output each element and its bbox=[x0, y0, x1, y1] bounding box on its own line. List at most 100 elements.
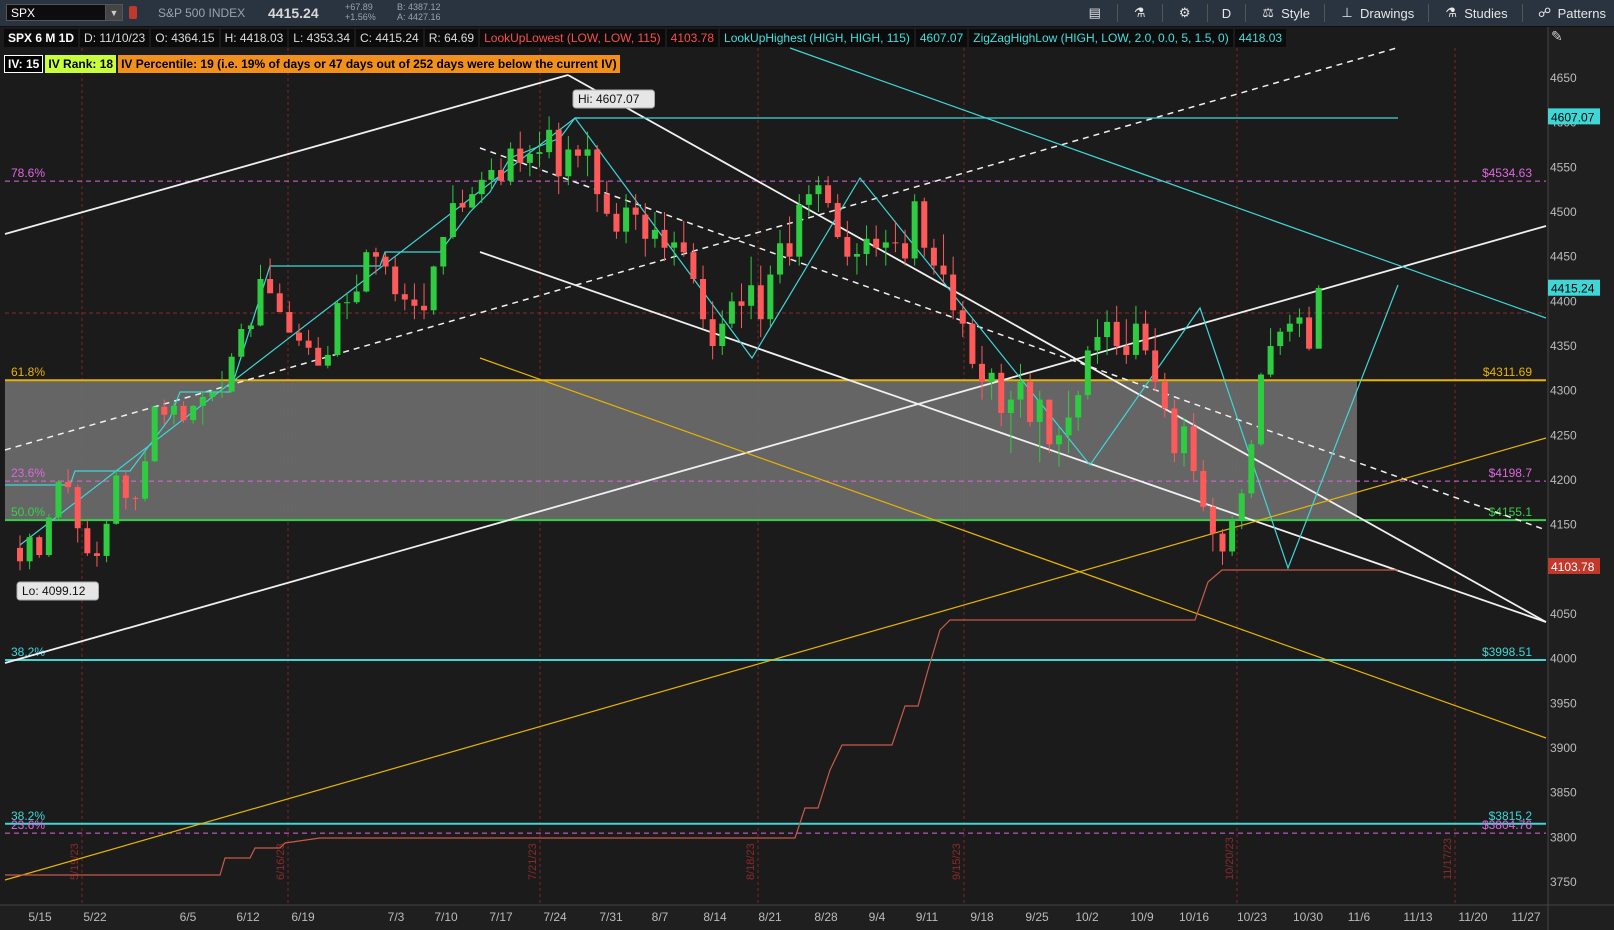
date-marker-label: 8/18/23 bbox=[745, 843, 757, 880]
candle-body bbox=[1200, 471, 1207, 507]
x-tick-label: 11/13 bbox=[1403, 910, 1432, 924]
candle-body bbox=[998, 372, 1005, 413]
x-tick-label: 6/19 bbox=[291, 910, 315, 924]
candle-body bbox=[1229, 520, 1236, 552]
candle-body bbox=[36, 537, 43, 556]
change-value: +67.89 bbox=[345, 2, 373, 12]
fib-price-label: $4534.63 bbox=[1482, 166, 1532, 180]
candle-body bbox=[767, 274, 774, 320]
y-tick-label: 4650 bbox=[1550, 71, 1577, 85]
divider bbox=[1116, 4, 1118, 22]
candle-body bbox=[190, 405, 197, 421]
candle-body bbox=[122, 475, 129, 498]
y-tick-label: 3850 bbox=[1550, 786, 1577, 800]
x-tick-label: 8/7 bbox=[652, 910, 669, 924]
chart-title[interactable]: SPX 6 M 1D bbox=[4, 29, 79, 47]
x-tick-label: 7/10 bbox=[434, 910, 458, 924]
candle-body bbox=[411, 299, 418, 306]
date-marker-label: 7/21/23 bbox=[527, 843, 539, 880]
fib-price-label: $4311.69 bbox=[1483, 365, 1532, 379]
candle-body bbox=[603, 194, 610, 214]
divider bbox=[1324, 4, 1326, 22]
iv-bar: IV: 15 IV Rank: 18 IV Percentile: 19 (i.… bbox=[4, 55, 620, 73]
candle-body bbox=[1084, 350, 1091, 396]
symbol-dropdown-button[interactable]: ▼ bbox=[105, 4, 123, 21]
ask-value: A: 4427.16 bbox=[397, 12, 441, 22]
alert-flag-icon[interactable] bbox=[129, 6, 137, 19]
candle-body bbox=[1132, 323, 1139, 355]
candle-body bbox=[421, 305, 428, 311]
x-tick-label: 5/22 bbox=[83, 910, 107, 924]
x-tick-label: 10/23 bbox=[1237, 910, 1267, 924]
candle-body bbox=[132, 497, 139, 499]
study-lookup-highest-value: 4607.07 bbox=[915, 29, 968, 47]
divider bbox=[1245, 4, 1247, 22]
candle-body bbox=[1027, 381, 1034, 422]
date-marker-label: 11/17/23 bbox=[1442, 838, 1454, 880]
style-button[interactable]: ⚖ Style bbox=[1260, 5, 1310, 21]
candle-body bbox=[469, 194, 476, 208]
candle-body bbox=[267, 278, 274, 294]
price-tag-text: 4607.07 bbox=[1551, 110, 1595, 124]
x-tick-label: 11/27 bbox=[1511, 910, 1540, 924]
candle-body bbox=[1181, 426, 1188, 454]
candle-body bbox=[921, 201, 928, 248]
divider bbox=[1521, 4, 1523, 22]
bar-high: H: 4418.03 bbox=[220, 29, 288, 47]
patterns-label: Patterns bbox=[1557, 5, 1606, 21]
candle-body bbox=[1306, 317, 1313, 349]
date-marker-label: 9/15/23 bbox=[951, 843, 963, 880]
y-tick-label: 4150 bbox=[1550, 518, 1577, 532]
patterns-button[interactable]: ☍ Patterns bbox=[1537, 5, 1606, 21]
candle-body bbox=[382, 256, 389, 267]
iv-percentile: IV Percentile: 19 (i.e. 19% of days or 4… bbox=[118, 55, 620, 73]
candle-body bbox=[565, 149, 572, 177]
candle-body bbox=[1296, 317, 1303, 324]
gear-icon[interactable]: ⚙ bbox=[1177, 5, 1193, 21]
y-tick-label: 4550 bbox=[1550, 160, 1577, 174]
candle-body bbox=[536, 152, 543, 154]
candle-body bbox=[488, 170, 495, 180]
candle-body bbox=[844, 237, 851, 257]
y-tick-label: 4400 bbox=[1550, 294, 1577, 308]
fib-price-label: $3998.51 bbox=[1482, 645, 1532, 659]
flask-icon[interactable]: ⚗ bbox=[1132, 5, 1148, 21]
symbol-input[interactable]: SPX bbox=[6, 4, 114, 21]
candle-body bbox=[26, 537, 33, 562]
edit-drawing-icon[interactable]: ✎ bbox=[1551, 28, 1571, 46]
y-tick-label: 4250 bbox=[1550, 428, 1577, 442]
x-tick-label: 5/15 bbox=[28, 910, 52, 924]
candle-body bbox=[363, 252, 370, 292]
candle-body bbox=[555, 129, 562, 177]
drawings-label: Drawings bbox=[1360, 5, 1415, 21]
news-icon[interactable]: ▤ bbox=[1087, 5, 1103, 21]
price-chart[interactable]: 5/19/23 6/16/23 7/21/23 8/18/23 9/15/23 10/20… bbox=[0, 27, 1614, 930]
candle-body bbox=[315, 347, 322, 366]
candle-body bbox=[709, 319, 716, 346]
study-lookup-highest[interactable]: LookUpHighest (HIGH, HIGH, 115) bbox=[720, 29, 914, 47]
candle-body bbox=[305, 340, 312, 348]
studies-label: Studies bbox=[1464, 5, 1508, 21]
candle-body bbox=[84, 528, 91, 554]
study-lookup-lowest[interactable]: LookUpLowest (LOW, LOW, 115) bbox=[480, 29, 665, 47]
candle-body bbox=[950, 274, 957, 311]
chart-info-bar: SPX 6 M 1D D: 11/10/23 O: 4364.15 H: 441… bbox=[4, 29, 1287, 47]
divider bbox=[1161, 4, 1163, 22]
fib-percent-label: 61.8% bbox=[11, 365, 45, 379]
candle-body bbox=[440, 237, 447, 267]
candle-body bbox=[517, 148, 524, 163]
studies-button[interactable]: ⚗ Studies bbox=[1443, 5, 1507, 21]
study-zigzag[interactable]: ZigZagHighLow (HIGH, LOW, 2.0, 0.0, 5, 1… bbox=[969, 29, 1233, 47]
drawings-button[interactable]: ⊥ Drawings bbox=[1339, 5, 1414, 21]
iv-value: IV: 15 bbox=[4, 55, 44, 73]
candle-body bbox=[1171, 408, 1178, 454]
candle-body bbox=[969, 323, 976, 364]
candle-body bbox=[623, 207, 630, 232]
x-tick-label: 6/12 bbox=[236, 910, 260, 924]
candle-body bbox=[286, 312, 293, 333]
last-price: 4415.24 bbox=[268, 5, 319, 21]
candle-body bbox=[757, 285, 764, 320]
divider bbox=[1206, 4, 1208, 22]
period-label: D bbox=[1221, 5, 1232, 21]
period-button[interactable]: D bbox=[1222, 6, 1231, 21]
